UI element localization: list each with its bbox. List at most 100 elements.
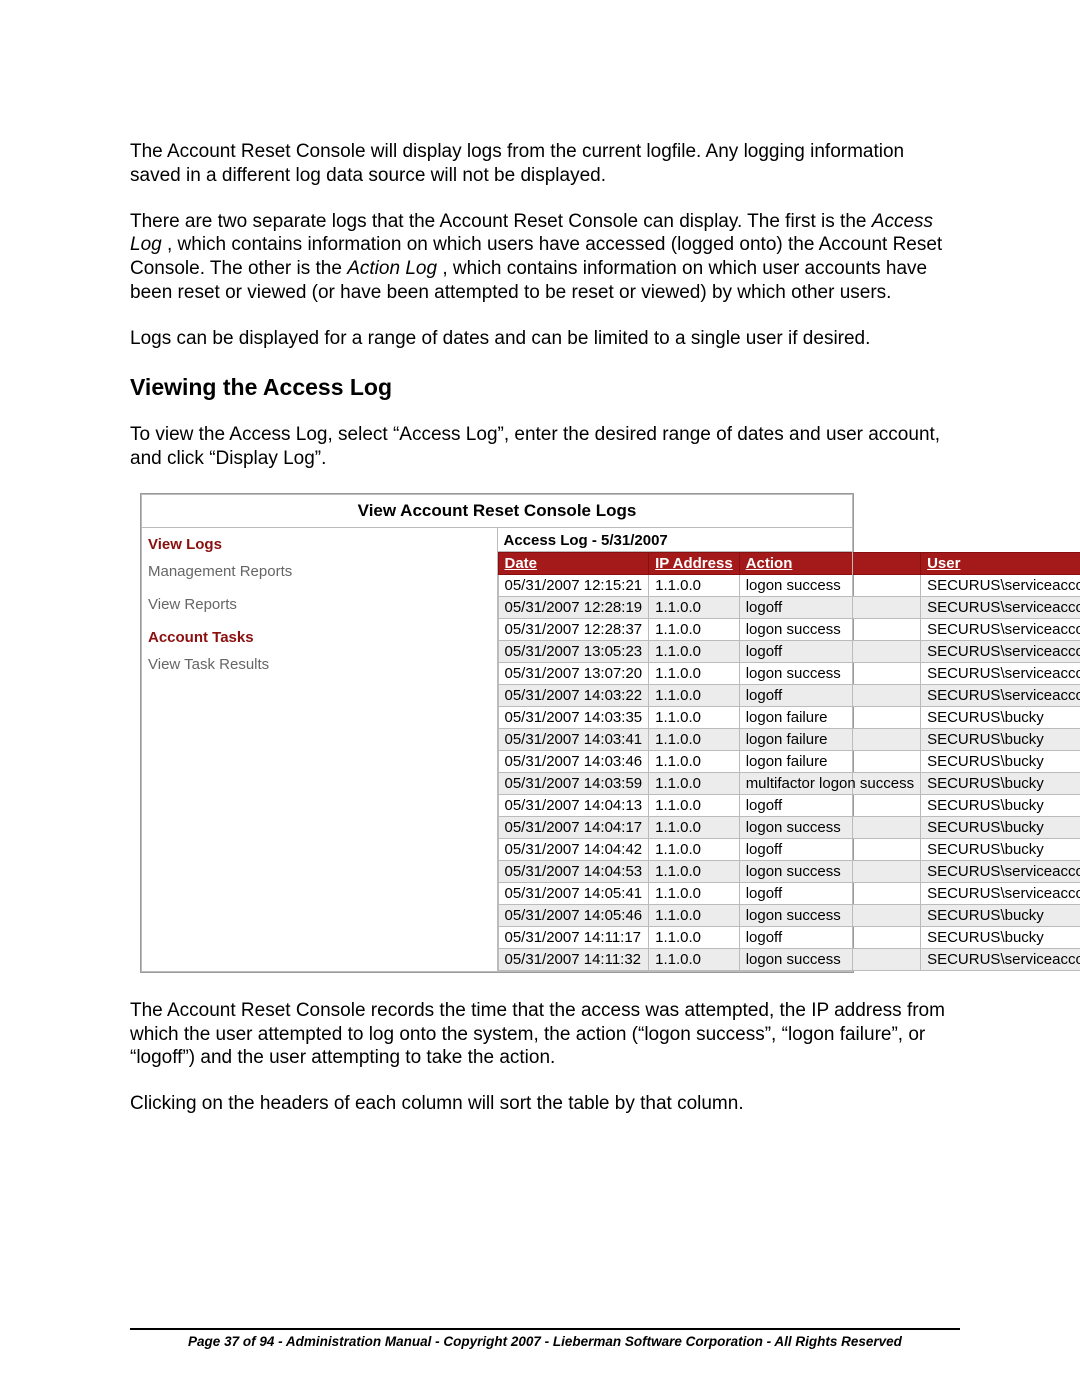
cell-user: SECURUS\serviceaccount — [921, 574, 1080, 596]
sidebar-item-management-reports[interactable]: Management Reports — [148, 563, 491, 580]
cell-ip: 1.1.0.0 — [649, 882, 740, 904]
cell-ip: 1.1.0.0 — [649, 750, 740, 772]
cell-date: 05/31/2007 14:05:46 — [498, 904, 649, 926]
cell-date: 05/31/2007 13:05:23 — [498, 640, 649, 662]
cell-action: multifactor logon success — [739, 772, 920, 794]
cell-date: 05/31/2007 12:28:19 — [498, 596, 649, 618]
table-row: 05/31/2007 12:28:191.1.0.0logoffSECURUS\… — [498, 596, 1080, 618]
cell-date: 05/31/2007 12:15:21 — [498, 574, 649, 596]
cell-date: 05/31/2007 14:03:46 — [498, 750, 649, 772]
cell-ip: 1.1.0.0 — [649, 728, 740, 750]
table-row: 05/31/2007 14:03:351.1.0.0logon failureS… — [498, 706, 1080, 728]
cell-action: logoff — [739, 640, 920, 662]
paragraph: There are two separate logs that the Acc… — [130, 210, 960, 305]
cell-ip: 1.1.0.0 — [649, 618, 740, 640]
table-row: 05/31/2007 14:04:131.1.0.0logoffSECURUS\… — [498, 794, 1080, 816]
page-footer: Page 37 of 94 - Administration Manual - … — [130, 1334, 960, 1349]
sidebar-section-view-logs[interactable]: View Logs — [148, 536, 491, 553]
cell-user: SECURUS\bucky — [921, 904, 1080, 926]
cell-ip: 1.1.0.0 — [649, 574, 740, 596]
access-log-table: Date IP Address Action User 05/31/2007 1… — [498, 552, 1080, 971]
cell-ip: 1.1.0.0 — [649, 640, 740, 662]
cell-date: 05/31/2007 12:28:37 — [498, 618, 649, 640]
cell-ip: 1.1.0.0 — [649, 772, 740, 794]
cell-action: logon success — [739, 904, 920, 926]
cell-user: SECURUS\serviceaccount — [921, 596, 1080, 618]
sidebar: View Logs Management Reports View Report… — [142, 527, 498, 971]
cell-ip: 1.1.0.0 — [649, 794, 740, 816]
cell-user: SECURUS\bucky — [921, 706, 1080, 728]
cell-user: SECURUS\serviceaccount — [921, 882, 1080, 904]
cell-user: SECURUS\bucky — [921, 794, 1080, 816]
cell-action: logoff — [739, 684, 920, 706]
emphasis-action-log: Action Log — [347, 258, 437, 279]
col-header-ip[interactable]: IP Address — [649, 552, 740, 574]
cell-action: logoff — [739, 838, 920, 860]
cell-action: logon success — [739, 574, 920, 596]
footer-rule — [130, 1328, 960, 1330]
cell-date: 05/31/2007 14:05:41 — [498, 882, 649, 904]
cell-action: logoff — [739, 882, 920, 904]
cell-user: SECURUS\bucky — [921, 838, 1080, 860]
table-row: 05/31/2007 14:05:411.1.0.0logoffSECURUS\… — [498, 882, 1080, 904]
cell-action: logon success — [739, 860, 920, 882]
cell-user: SECURUS\bucky — [921, 750, 1080, 772]
cell-action: logon failure — [739, 728, 920, 750]
sidebar-item-view-reports[interactable]: View Reports — [148, 596, 491, 613]
table-row: 05/31/2007 14:04:171.1.0.0logon successS… — [498, 816, 1080, 838]
cell-date: 05/31/2007 14:03:41 — [498, 728, 649, 750]
table-row: 05/31/2007 13:07:201.1.0.0logon successS… — [498, 662, 1080, 684]
panel-title: View Account Reset Console Logs — [142, 494, 853, 527]
table-row: 05/31/2007 14:03:461.1.0.0logon failureS… — [498, 750, 1080, 772]
content-header: Access Log - 5/31/2007 — [498, 528, 853, 552]
paragraph: Clicking on the headers of each column w… — [130, 1092, 960, 1116]
col-header-user[interactable]: User — [921, 552, 1080, 574]
table-row: 05/31/2007 14:04:531.1.0.0logon successS… — [498, 860, 1080, 882]
section-heading: Viewing the Access Log — [130, 374, 960, 401]
cell-date: 05/31/2007 14:04:13 — [498, 794, 649, 816]
table-row: 05/31/2007 13:05:231.1.0.0logoffSECURUS\… — [498, 640, 1080, 662]
cell-date: 05/31/2007 14:04:42 — [498, 838, 649, 860]
cell-user: SECURUS\serviceaccount — [921, 618, 1080, 640]
cell-action: logon success — [739, 662, 920, 684]
table-row: 05/31/2007 14:04:421.1.0.0logoffSECURUS\… — [498, 838, 1080, 860]
sidebar-section-account-tasks[interactable]: Account Tasks — [148, 629, 491, 646]
cell-date: 05/31/2007 14:04:53 — [498, 860, 649, 882]
cell-user: SECURUS\serviceaccount — [921, 640, 1080, 662]
cell-action: logoff — [739, 926, 920, 948]
cell-user: SECURUS\bucky — [921, 772, 1080, 794]
cell-ip: 1.1.0.0 — [649, 948, 740, 970]
cell-ip: 1.1.0.0 — [649, 838, 740, 860]
table-row: 05/31/2007 12:28:371.1.0.0logon successS… — [498, 618, 1080, 640]
table-row: 05/31/2007 14:11:171.1.0.0logoffSECURUS\… — [498, 926, 1080, 948]
col-header-action[interactable]: Action — [739, 552, 920, 574]
cell-ip: 1.1.0.0 — [649, 816, 740, 838]
cell-date: 05/31/2007 14:03:35 — [498, 706, 649, 728]
cell-ip: 1.1.0.0 — [649, 684, 740, 706]
cell-action: logon success — [739, 948, 920, 970]
table-row: 05/31/2007 14:03:411.1.0.0logon failureS… — [498, 728, 1080, 750]
cell-date: 05/31/2007 14:03:22 — [498, 684, 649, 706]
paragraph: To view the Access Log, select “Access L… — [130, 423, 960, 471]
cell-action: logon failure — [739, 706, 920, 728]
cell-user: SECURUS\serviceaccount — [921, 860, 1080, 882]
cell-user: SECURUS\bucky — [921, 816, 1080, 838]
cell-action: logon success — [739, 816, 920, 838]
sidebar-item-view-task-results[interactable]: View Task Results — [148, 656, 491, 673]
cell-date: 05/31/2007 14:11:17 — [498, 926, 649, 948]
col-header-date[interactable]: Date — [498, 552, 649, 574]
cell-user: SECURUS\bucky — [921, 728, 1080, 750]
cell-action: logoff — [739, 596, 920, 618]
cell-action: logoff — [739, 794, 920, 816]
table-row: 05/31/2007 12:15:211.1.0.0logon successS… — [498, 574, 1080, 596]
paragraph: Logs can be displayed for a range of dat… — [130, 327, 960, 351]
cell-user: SECURUS\bucky — [921, 926, 1080, 948]
cell-action: logon success — [739, 618, 920, 640]
table-row: 05/31/2007 14:03:591.1.0.0multifactor lo… — [498, 772, 1080, 794]
text: There are two separate logs that the Acc… — [130, 211, 872, 232]
cell-action: logon failure — [739, 750, 920, 772]
cell-ip: 1.1.0.0 — [649, 706, 740, 728]
cell-ip: 1.1.0.0 — [649, 860, 740, 882]
table-row: 05/31/2007 14:11:321.1.0.0logon successS… — [498, 948, 1080, 970]
cell-date: 05/31/2007 13:07:20 — [498, 662, 649, 684]
